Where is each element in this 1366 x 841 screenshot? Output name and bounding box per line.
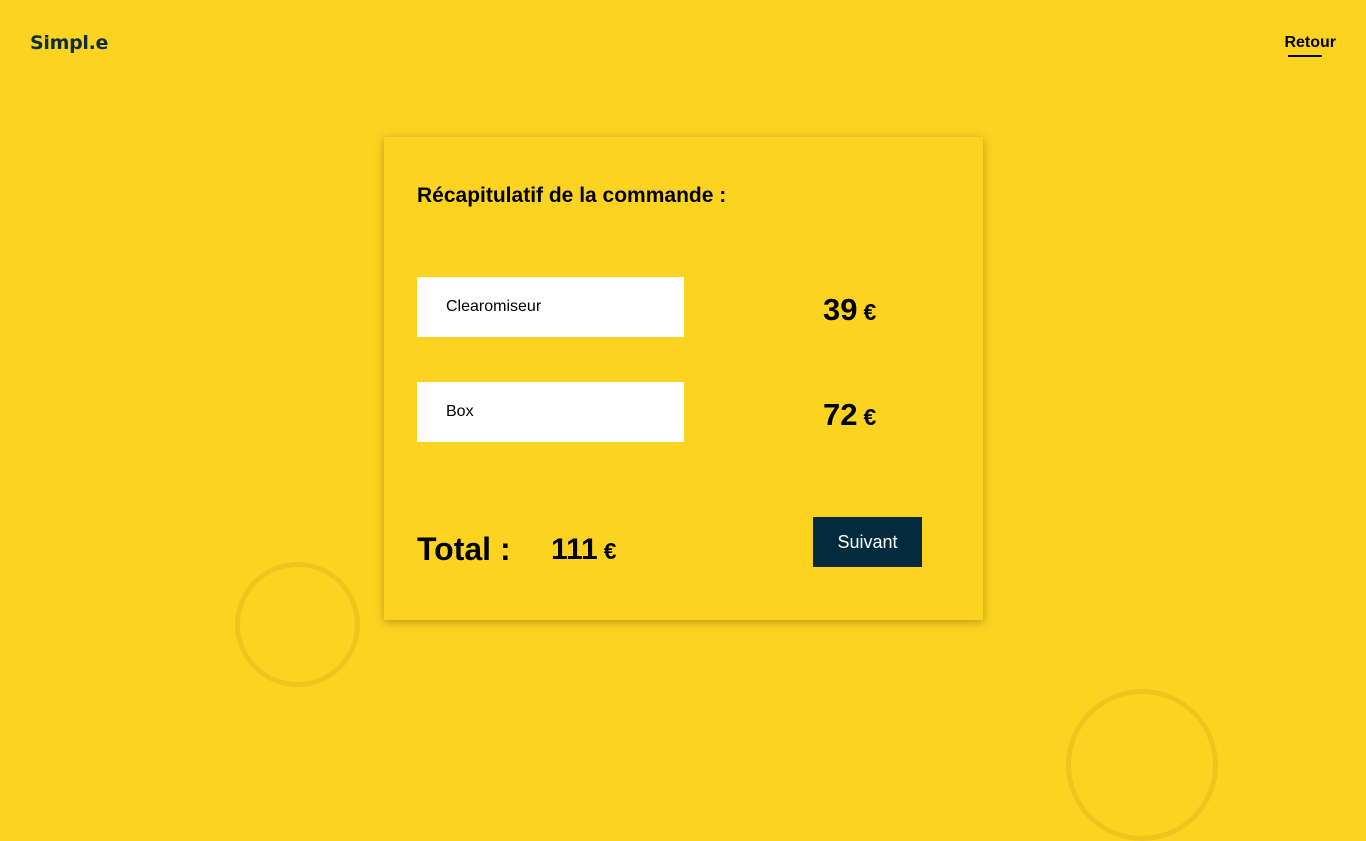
next-button[interactable]: Suivant: [813, 517, 922, 567]
order-summary-card: Récapitulatif de la commande : Clearomis…: [384, 137, 983, 620]
total-amount: 111: [551, 533, 598, 566]
item-name-box: Box: [417, 382, 684, 442]
decorative-circle-bottom: [1066, 689, 1218, 841]
decorative-circle-left: [235, 562, 360, 687]
item-price-currency: €: [863, 299, 877, 325]
item-price: 72 €: [823, 399, 876, 430]
item-name-box: Clearomiseur: [417, 277, 684, 337]
item-price-value: 39: [823, 292, 858, 327]
logo: Simpl.e: [30, 32, 109, 54]
item-price-currency: €: [863, 404, 877, 430]
total-label: Total :: [417, 531, 511, 567]
item-price: 39 €: [823, 294, 876, 325]
item-price-value: 72: [823, 397, 858, 432]
total-currency: €: [603, 538, 617, 564]
item-name: Clearomiseur: [446, 298, 542, 315]
card-title: Récapitulatif de la commande :: [417, 184, 727, 207]
total-value: 111 €: [551, 535, 617, 565]
item-name: Box: [446, 403, 474, 420]
back-link[interactable]: Retour: [1284, 34, 1336, 57]
